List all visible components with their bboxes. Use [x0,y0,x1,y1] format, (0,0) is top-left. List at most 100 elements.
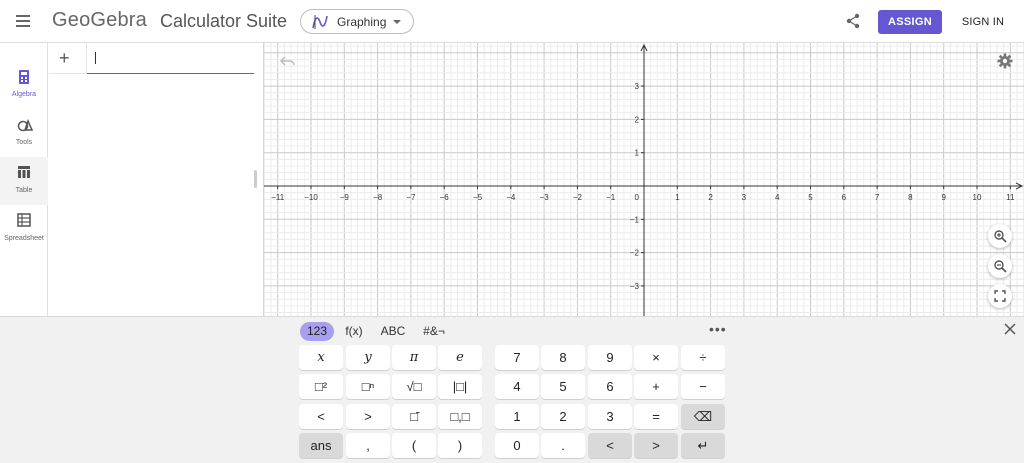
sidebar-item-tools[interactable]: Tools [0,109,48,157]
graph-canvas[interactable]: −11 −10 −9 −8 −7 −6 −5 −4 −3 −2 −1 1 2 3 4 5 6 7 8 9 10 11321… [264,43,1024,316]
chevron-down-icon [393,20,401,24]
key-6[interactable]: 6 [588,374,632,399]
key-sqrt[interactable]: √□ [392,374,436,399]
sign-in-button[interactable]: SIGN IN [958,10,1008,34]
x-tick-label: 3 [742,193,747,202]
key-decimal[interactable]: . [541,433,585,458]
virtual-keyboard: 123 f(x) ABC #&¬ ••• x y π e 7 8 9 × ÷ □² □ⁿ √□ |□| 4… [0,316,1024,463]
x-tick-label: 5 [808,193,813,202]
zoom-out-icon [994,260,1007,273]
app-select-label: Graphing [337,15,387,29]
key-less-than[interactable]: < [299,404,343,429]
geogebra-logo[interactable]: GeoGebra [52,9,147,32]
sidebar-item-label: Tools [15,139,33,146]
x-tick-label: 10 [973,193,982,202]
key-right-arrow[interactable]: > [634,433,678,458]
x-tick-label: 7 [875,193,880,202]
sidebar-item-table[interactable]: Table [0,157,48,205]
key-7[interactable]: 7 [495,345,539,370]
graphics-view[interactable]: −11 −10 −9 −8 −7 −6 −5 −4 −3 −2 −1 1 2 3 4 5 6 7 8 9 10 11 3 2 1… [264,43,1024,316]
app-header: GeoGebra Calculator Suite Graphing ASSIG… [0,0,1024,43]
assign-button[interactable]: ASSIGN [878,10,942,34]
x-tick-label: 2 [708,193,713,202]
view-sidebar: Algebra Tools Table Spreadsheet [0,43,48,316]
sidebar-item-label: Algebra [11,91,37,98]
key-times[interactable]: × [634,345,678,370]
key-backspace[interactable]: ⌫ [681,404,725,429]
x-tick-label: −5 [473,193,483,202]
zoom-in-icon [994,230,1007,243]
y-tick-label: −2 [630,249,640,258]
table-icon [18,166,30,178]
more-options-button[interactable]: ••• [709,321,727,337]
x-tick-label: 9 [941,193,946,202]
x-tick-label: −8 [373,193,383,202]
menu-icon[interactable] [16,15,30,27]
fullscreen-icon [994,290,1006,302]
key-2[interactable]: 2 [541,404,585,429]
key-0[interactable]: 0 [495,433,539,458]
y-tick-label: −3 [630,282,640,291]
key-square[interactable]: □² [299,374,343,399]
share-icon[interactable] [845,13,861,29]
gear-icon[interactable] [997,53,1013,69]
key-left-arrow[interactable]: < [588,433,632,458]
sidebar-item-spreadsheet[interactable]: Spreadsheet [0,205,48,253]
x-tick-label: −7 [406,193,416,202]
suite-title: Calculator Suite [160,11,288,31]
key-enter[interactable]: ↵ [681,433,725,458]
keyboard-tab-letters[interactable]: ABC [377,322,409,341]
x-tick-label: −11 [271,193,285,202]
x-tick-label: −9 [340,193,350,202]
tools-icon [17,118,33,132]
add-item-button[interactable]: + [59,48,70,69]
key-pi[interactable]: π [392,345,436,370]
key-x[interactable]: x [299,345,343,370]
key-abs[interactable]: |□| [438,374,482,399]
key-comma[interactable]: , [346,433,390,458]
undo-icon[interactable] [280,55,296,67]
key-divide[interactable]: ÷ [681,345,725,370]
x-tick-label: −6 [440,193,450,202]
algebra-input[interactable] [87,43,254,74]
close-icon[interactable] [1004,323,1016,335]
panel-resize-handle[interactable] [254,170,257,188]
key-left-paren[interactable]: ( [392,433,436,458]
key-y[interactable]: y [346,345,390,370]
fullscreen-button[interactable] [988,284,1012,308]
x-tick-label: 1 [675,193,680,202]
key-ans[interactable]: ans [299,433,343,458]
key-8[interactable]: 8 [541,345,585,370]
key-e[interactable]: e [438,345,482,370]
zoom-out-button[interactable] [988,254,1012,278]
zoom-in-button[interactable] [988,224,1012,248]
key-1[interactable]: 1 [495,404,539,429]
key-power[interactable]: □ⁿ [346,374,390,399]
app-select-dropdown[interactable]: Graphing [300,9,414,34]
key-minus[interactable]: − [681,374,725,399]
x-tick-label: 8 [908,193,913,202]
divider [49,73,87,74]
key-9[interactable]: 9 [588,345,632,370]
x-tick-label: −4 [506,193,516,202]
key-4[interactable]: 4 [495,374,539,399]
keyboard-tab-symbols[interactable]: #&¬ [418,322,450,341]
keyboard-tab-numbers[interactable]: 123 [300,322,334,341]
key-subscript[interactable]: □,□ [438,404,482,429]
x-tick-label: 4 [775,193,780,202]
key-plus[interactable]: + [634,374,678,399]
keyboard-tab-functions[interactable]: f(x) [340,322,368,341]
key-equals[interactable]: = [634,404,678,429]
key-3[interactable]: 3 [588,404,632,429]
x-tick-label: −10 [304,193,318,202]
algebra-panel: + [49,43,264,316]
key-right-paren[interactable]: ) [438,433,482,458]
text-cursor [95,52,96,64]
sidebar-item-algebra[interactable]: Algebra [0,61,48,109]
key-overline[interactable]: □̄ [392,404,436,429]
key-5[interactable]: 5 [541,374,585,399]
x-tick-label: −1 [606,193,616,202]
spreadsheet-icon [17,213,31,227]
y-tick-label: 1 [635,149,640,158]
key-greater-than[interactable]: > [346,404,390,429]
